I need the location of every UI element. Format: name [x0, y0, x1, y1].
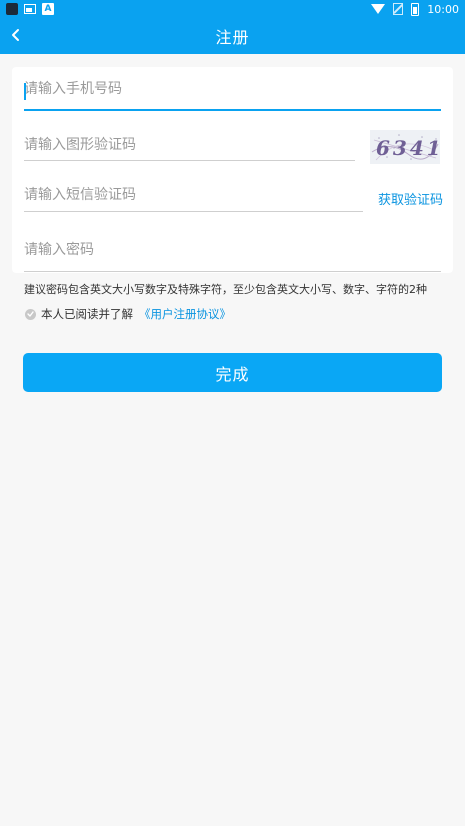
agreement-row: 本人已阅读并了解 《用户注册协议》 [25, 306, 231, 322]
register-form: 6341 获取验证码 [12, 67, 453, 273]
agreement-link[interactable]: 《用户注册协议》 [139, 306, 231, 322]
wifi-icon [371, 4, 386, 14]
captcha-graphic: 6341 [370, 130, 441, 164]
nav-bar: 注册 [0, 18, 465, 54]
sms-code-input[interactable] [24, 175, 355, 215]
no-sim-icon [393, 3, 404, 15]
sms-underline [24, 211, 363, 212]
password-hint: 建议密码包含英文大小写数字及特殊字符，至少包含英文大小写、数字、字符的2种 [24, 283, 427, 296]
agree-checkbox[interactable] [25, 308, 36, 320]
password-field-row [24, 230, 441, 270]
captcha-field-row [24, 125, 355, 165]
submit-button[interactable]: 完成 [23, 353, 442, 392]
sms-field-row [24, 175, 355, 215]
captcha-image[interactable]: 6341 [370, 130, 441, 164]
captcha-text: 6341 [376, 136, 440, 160]
status-bar: A 10:00 [0, 0, 465, 18]
text-notification-icon: A [42, 3, 54, 15]
page-title: 注册 [215, 28, 250, 47]
captcha-input[interactable] [24, 125, 355, 165]
check-icon [27, 311, 34, 317]
get-sms-code-button[interactable]: 获取验证码 [378, 189, 443, 208]
password-input[interactable] [24, 230, 441, 270]
phone-underline [24, 109, 441, 111]
battery-icon [411, 2, 420, 16]
phone-input[interactable] [24, 69, 441, 109]
status-time: 10:00 [427, 2, 459, 16]
captcha-underline [24, 160, 355, 161]
chevron-left-icon [12, 29, 19, 41]
text-cursor [24, 83, 26, 100]
back-button[interactable] [6, 25, 26, 45]
password-underline [24, 271, 441, 272]
image-notification-icon [24, 4, 36, 14]
agreement-text: 本人已阅读并了解 [41, 307, 133, 321]
app-notification-icon [6, 3, 18, 15]
phone-field-row [24, 69, 441, 109]
